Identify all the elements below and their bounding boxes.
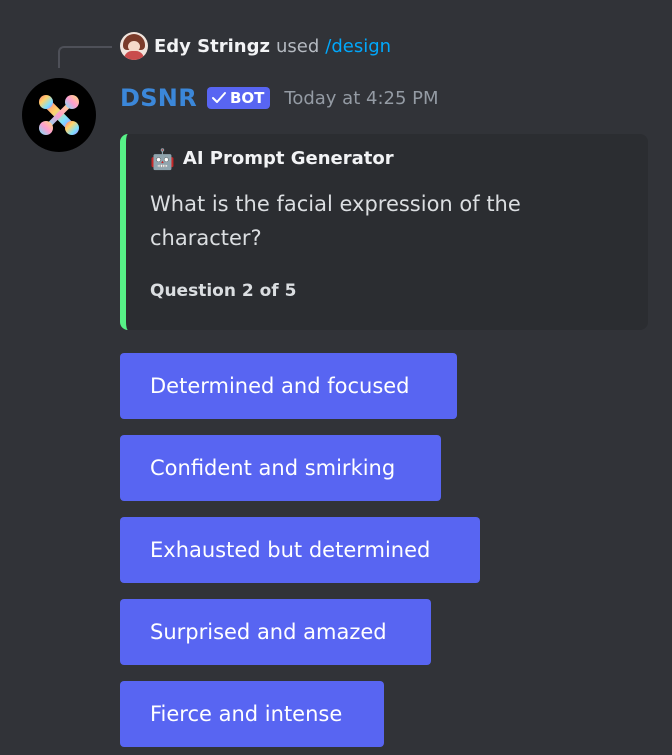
- reply-connector: [58, 46, 112, 68]
- bot-username[interactable]: DSNR: [120, 84, 197, 112]
- embed-card: 🤖 AI Prompt Generator What is the facial…: [120, 134, 648, 330]
- bot-badge: BOT: [206, 87, 271, 109]
- dsnr-logo-icon: [39, 95, 79, 135]
- reply-used-text: used: [275, 35, 320, 57]
- message-view: Edy Stringz used /design DSNR BOT Today …: [0, 0, 672, 755]
- reply-command[interactable]: /design: [325, 36, 391, 57]
- reply-username[interactable]: Edy Stringz: [154, 36, 270, 57]
- embed-description: What is the facial expression of the cha…: [150, 192, 521, 250]
- answer-button-4[interactable]: Surprised and amazed: [120, 599, 431, 665]
- reply-reference[interactable]: Edy Stringz used /design: [120, 32, 391, 60]
- message-timestamp[interactable]: Today at 4:25 PM: [284, 88, 438, 109]
- answer-button-1[interactable]: Determined and focused: [120, 353, 457, 419]
- bot-badge-label: BOT: [229, 89, 265, 107]
- answer-button-5[interactable]: Fierce and intense: [120, 681, 384, 747]
- bot-avatar[interactable]: [22, 78, 96, 152]
- embed-author: 🤖 AI Prompt Generator: [150, 148, 630, 169]
- answer-button-2[interactable]: Confident and smirking: [120, 435, 441, 501]
- answer-button-3[interactable]: Exhausted but determined: [120, 517, 480, 583]
- embed-author-name: AI Prompt Generator: [182, 148, 394, 169]
- embed-footer: Question 2 of 5: [150, 281, 297, 301]
- verified-check-icon: [211, 92, 226, 103]
- message-header: DSNR BOT Today at 4:25 PM: [120, 84, 439, 112]
- robot-icon: 🤖: [150, 146, 175, 171]
- reply-user-avatar[interactable]: [120, 32, 148, 60]
